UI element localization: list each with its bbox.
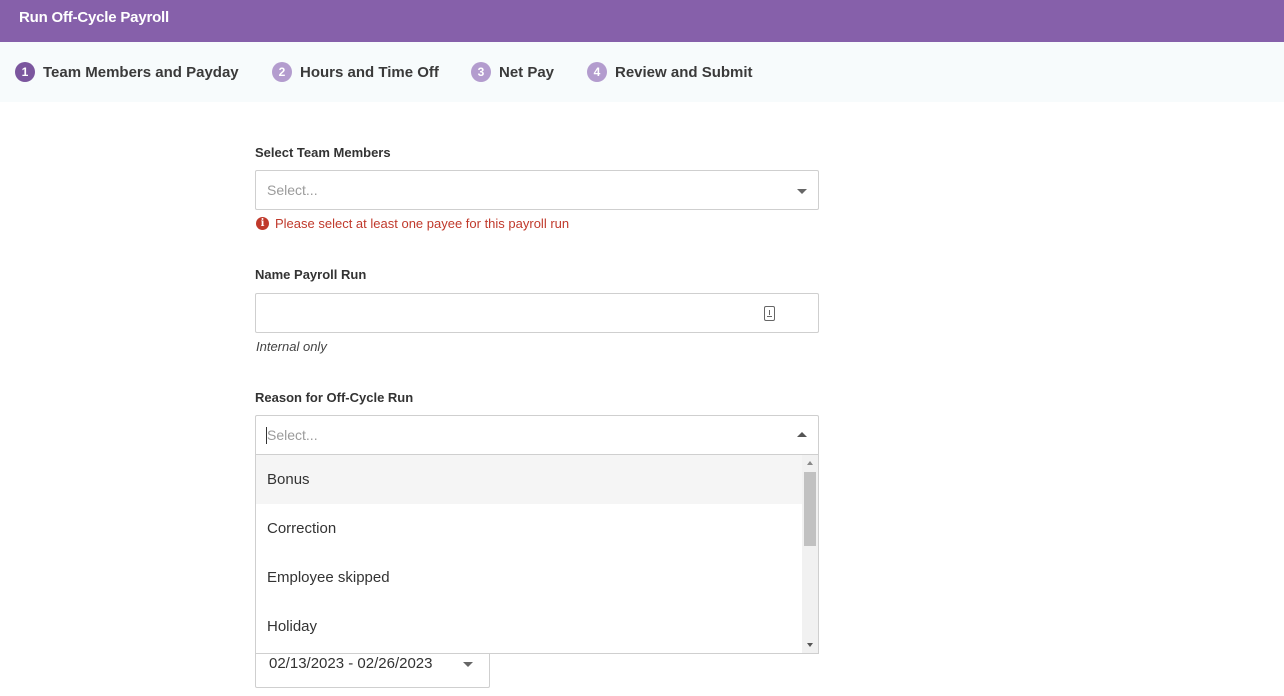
keyboard-icon[interactable]	[764, 306, 775, 321]
info-icon: i	[256, 217, 269, 230]
dropdown-scrollbar[interactable]	[802, 455, 818, 653]
reason-select[interactable]: Select...	[255, 415, 819, 455]
scroll-up-arrow-icon[interactable]	[807, 461, 813, 465]
step-number-badge: 1	[15, 62, 35, 82]
team-members-error: i Please select at least one payee for t…	[256, 216, 569, 231]
reason-label: Reason for Off-Cycle Run	[255, 390, 414, 405]
reason-option-correction[interactable]: Correction	[256, 504, 803, 553]
error-message: Please select at least one payee for thi…	[275, 216, 570, 231]
step-label: Review and Submit	[615, 63, 753, 81]
scroll-down-arrow-icon[interactable]	[807, 643, 813, 647]
reason-option-employee-skipped[interactable]: Employee skipped	[256, 553, 803, 602]
step-number-badge: 4	[587, 62, 607, 82]
scrollbar-thumb[interactable]	[804, 472, 816, 546]
step-label: Team Members and Payday	[43, 63, 239, 81]
reason-option-holiday[interactable]: Holiday	[256, 602, 803, 651]
step-review-and-submit[interactable]: 4 Review and Submit	[587, 62, 753, 82]
reason-dropdown-menu: Bonus Correction Employee skipped Holida…	[255, 454, 819, 654]
payroll-name-label: Name Payroll Run	[255, 267, 367, 282]
step-net-pay[interactable]: 3 Net Pay	[471, 62, 554, 82]
team-members-select[interactable]: Select...	[255, 170, 819, 210]
progress-stepper: 1 Team Members and Payday 2 Hours and Ti…	[0, 42, 1284, 102]
chevron-down-icon	[797, 189, 807, 194]
step-label: Net Pay	[499, 63, 555, 81]
text-cursor	[266, 427, 267, 444]
payroll-name-input[interactable]	[256, 294, 818, 332]
step-team-members-and-payday[interactable]: 1 Team Members and Payday	[15, 62, 239, 82]
pay-period-select[interactable]: 02/13/2023 - 02/26/2023	[255, 652, 490, 688]
payroll-name-hint: Internal only	[256, 339, 327, 354]
chevron-down-icon	[463, 662, 473, 667]
chevron-up-icon[interactable]	[797, 432, 807, 437]
payroll-name-field[interactable]	[255, 293, 819, 333]
page-title: Run Off-Cycle Payroll	[19, 9, 169, 26]
step-hours-and-time-off[interactable]: 2 Hours and Time Off	[272, 62, 439, 82]
pay-period-value: 02/13/2023 - 02/26/2023	[269, 655, 433, 672]
reason-placeholder: Select...	[267, 427, 318, 443]
team-members-placeholder: Select...	[267, 182, 318, 198]
step-number-badge: 2	[272, 62, 292, 82]
reason-option-bonus[interactable]: Bonus	[256, 455, 803, 504]
step-number-badge: 3	[471, 62, 491, 82]
team-members-label: Select Team Members	[255, 145, 391, 160]
app-header: Run Off-Cycle Payroll	[0, 0, 1284, 42]
step-label: Hours and Time Off	[300, 63, 439, 81]
